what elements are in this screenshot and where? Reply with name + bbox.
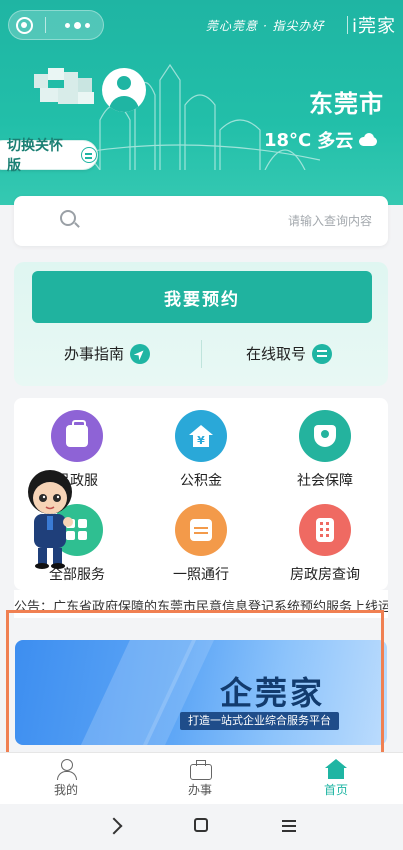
menu-icon[interactable] bbox=[282, 820, 296, 822]
compass-icon bbox=[130, 343, 151, 364]
capsule-divider bbox=[45, 17, 46, 33]
quick-divider bbox=[201, 340, 202, 368]
briefcase-icon bbox=[189, 759, 212, 780]
pixelated-logo bbox=[34, 68, 106, 106]
search-icon[interactable] bbox=[60, 210, 76, 226]
building-icon bbox=[299, 504, 351, 556]
tab-label: 首页 bbox=[323, 783, 348, 797]
service-housing-query[interactable]: 房政房查询 bbox=[280, 504, 370, 584]
switch-icon bbox=[81, 147, 97, 163]
city-name[interactable]: 东莞市 bbox=[309, 84, 384, 119]
avatar-person-icon[interactable] bbox=[102, 68, 146, 112]
booking-card: 我要预约 在线取号 办事指南 bbox=[14, 262, 388, 386]
quick-action-label: 办事指南 bbox=[64, 345, 125, 363]
tab-label: 办事 bbox=[187, 783, 212, 797]
tab-home[interactable]: 首页 bbox=[306, 759, 366, 798]
quick-action-label: 在线取号 bbox=[246, 345, 307, 363]
calendar-icon bbox=[175, 504, 227, 556]
service-label: 一照通行 bbox=[173, 567, 229, 583]
brand-slogan: 莞心莞意 · 指尖办好 bbox=[206, 19, 325, 33]
tab-label: 我的 bbox=[53, 783, 78, 797]
mascot-character[interactable] bbox=[14, 462, 84, 572]
search-placeholder: 请输入查询内容 bbox=[288, 214, 373, 228]
cloud-icon bbox=[359, 133, 378, 147]
service-label: 房政房查询 bbox=[290, 567, 360, 583]
mini-program-page: 莞心莞意 · 指尖办好 i莞家 东莞市 18°C 多云 切换关怀版 请输入查询内… bbox=[0, 0, 403, 850]
appointment-label: 我要预约 bbox=[164, 289, 240, 310]
care-mode-button[interactable]: 切换关怀版 bbox=[0, 138, 98, 174]
appointment-button[interactable]: 我要预约 bbox=[32, 271, 372, 323]
temperature: 18°C bbox=[264, 129, 312, 151]
service-guide-link[interactable]: 办事指南 bbox=[64, 343, 151, 364]
brand-divider bbox=[347, 16, 348, 34]
highlight-box bbox=[6, 610, 384, 764]
service-label: 社会保障 bbox=[297, 473, 353, 489]
exchange-icon bbox=[312, 343, 333, 364]
bottom-tab-bar: 首页 办事 我的 bbox=[0, 752, 403, 804]
tab-services[interactable]: 办事 bbox=[170, 759, 230, 798]
close-circle-icon[interactable] bbox=[9, 10, 39, 40]
search-bar[interactable]: 请输入查询内容 bbox=[14, 196, 388, 246]
care-mode-label: 切换关怀版 bbox=[7, 138, 63, 174]
home-icon bbox=[325, 759, 347, 779]
online-queue-link[interactable]: 在线取号 bbox=[246, 343, 333, 364]
tab-profile[interactable]: 我的 bbox=[36, 759, 96, 798]
system-nav-bar bbox=[0, 804, 403, 850]
home-square-icon[interactable] bbox=[194, 818, 208, 832]
capsule-menu[interactable] bbox=[8, 10, 104, 40]
housing-fund-icon bbox=[175, 410, 227, 462]
weather-info: 18°C 多云 bbox=[264, 127, 378, 153]
service-social-security[interactable]: 社会保障 bbox=[280, 410, 370, 490]
more-dots-icon[interactable] bbox=[52, 21, 103, 29]
briefcase-icon bbox=[51, 410, 103, 462]
service-housing-fund[interactable]: 公积金 bbox=[156, 410, 246, 490]
service-one-license[interactable]: 一照通行 bbox=[156, 504, 246, 584]
header-banner: 莞心莞意 · 指尖办好 i莞家 东莞市 18°C 多云 切换关怀版 bbox=[0, 0, 403, 205]
weather-text: 多云 bbox=[317, 131, 354, 152]
back-icon[interactable] bbox=[105, 817, 123, 835]
shield-icon bbox=[299, 410, 351, 462]
service-label: 公积金 bbox=[180, 473, 222, 489]
user-icon bbox=[55, 759, 77, 780]
brand-name: i莞家 bbox=[352, 16, 397, 37]
